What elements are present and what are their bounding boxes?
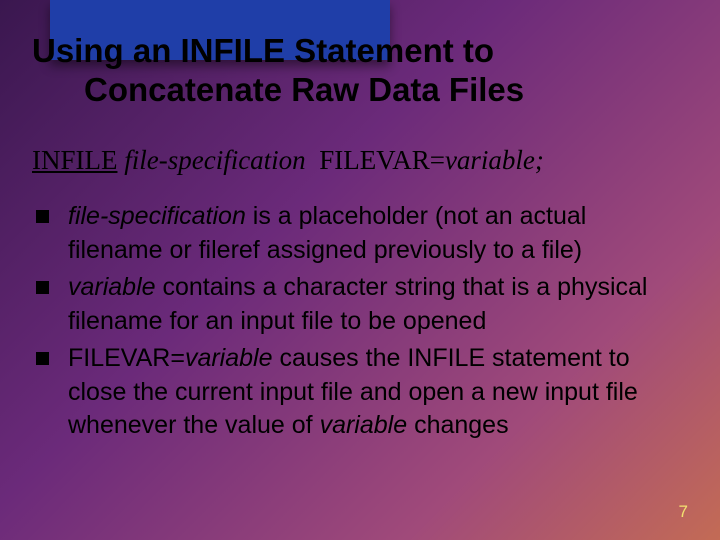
bullet-term: file-specification [68, 202, 246, 230]
list-item: FILEVAR=variable causes the INFILE state… [36, 342, 676, 443]
title-line-2: Concatenate Raw Data Files [32, 71, 670, 110]
bullet-mid-italic: variable [185, 344, 273, 372]
syntax-filevar-kw: FILEVAR= [319, 145, 445, 175]
slide-title: Using an INFILE Statement to Concatenate… [32, 32, 670, 110]
syntax-filespec: file-specification [124, 145, 305, 175]
bullet-list: file-specification is a placeholder (not… [36, 200, 676, 447]
syntax-filevar-var: variable; [445, 145, 544, 175]
page-number: 7 [679, 502, 688, 522]
bullet-tail-italic: variable [320, 411, 408, 439]
bullet-icon [36, 210, 49, 223]
syntax-line: INFILE file-specification FILEVAR=variab… [32, 145, 680, 176]
bullet-icon [36, 281, 49, 294]
syntax-infile: INFILE [32, 145, 117, 175]
bullet-prefix: FILEVAR= [68, 344, 185, 372]
list-item: variable contains a character string tha… [36, 271, 676, 338]
slide: Using an INFILE Statement to Concatenate… [0, 0, 720, 540]
title-line-1: Using an INFILE Statement to [32, 32, 494, 69]
bullet-icon [36, 352, 49, 365]
list-item: file-specification is a placeholder (not… [36, 200, 676, 267]
bullet-tail-plain: changes [407, 411, 508, 439]
bullet-term: variable [68, 273, 163, 301]
